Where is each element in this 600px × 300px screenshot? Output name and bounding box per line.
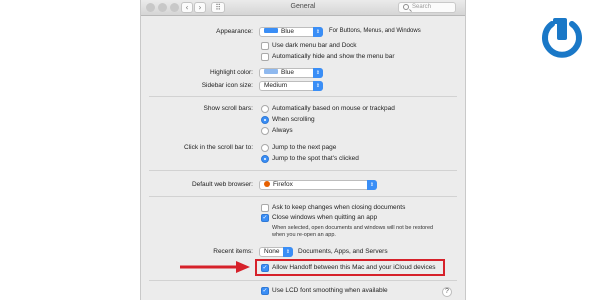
scroll-when-scrolling-radio[interactable] <box>261 116 269 124</box>
click-scroll-label: Click in the scroll bar to: <box>184 144 253 151</box>
divider <box>149 96 457 97</box>
brand-logo-icon <box>542 18 582 58</box>
chevron-updown-icon: ⇕ <box>283 247 293 257</box>
ask-keep-changes-label: Ask to keep changes when closing documen… <box>272 204 406 211</box>
appearance-value: Blue <box>281 28 295 35</box>
appearance-label: Appearance: <box>216 28 253 35</box>
close-windows-checkbox[interactable]: ✓ <box>261 214 269 222</box>
lcd-smoothing-label: Use LCD font smoothing when available <box>272 287 388 294</box>
sidebar-size-label: Sidebar icon size: <box>201 82 253 89</box>
highlight-select[interactable]: Blue ⇕ <box>259 68 323 78</box>
chevron-updown-icon: ⇕ <box>313 81 323 91</box>
scroll-always-label: Always <box>272 127 293 134</box>
default-browser-select[interactable]: Firefox ⇕ <box>259 180 377 190</box>
jump-next-page-radio[interactable] <box>261 144 269 152</box>
divider <box>149 196 457 197</box>
firefox-icon <box>264 181 270 187</box>
highlight-value: Blue <box>281 69 295 76</box>
search-field[interactable]: Search <box>398 2 456 13</box>
dark-menu-checkbox[interactable] <box>261 42 269 50</box>
screenshot-stage: ‹ › ⠿ General Search Appearance: Blue ⇕ … <box>0 0 600 300</box>
appearance-suffix: For Buttons, Menus, and Windows <box>329 28 421 34</box>
ask-keep-changes-checkbox[interactable] <box>261 204 269 212</box>
jump-next-page-label: Jump to the next page <box>272 144 337 151</box>
scroll-when-scrolling-label: When scrolling <box>272 116 315 123</box>
scroll-auto-radio[interactable] <box>261 105 269 113</box>
appearance-select[interactable]: Blue ⇕ <box>259 27 323 37</box>
recent-items-value: None <box>264 248 280 255</box>
chevron-updown-icon: ⇕ <box>313 68 323 78</box>
sidebar-size-select[interactable]: Medium ⇕ <box>259 81 323 91</box>
search-icon <box>403 4 409 10</box>
close-windows-note-line2: when you re-open an app. <box>272 232 336 238</box>
close-windows-label: Close windows when quitting an app <box>272 214 378 221</box>
default-browser-value: Firefox <box>273 181 293 188</box>
scroll-always-radio[interactable] <box>261 127 269 135</box>
help-button[interactable]: ? <box>442 287 452 297</box>
divider <box>149 170 457 171</box>
scroll-auto-label: Automatically based on mouse or trackpad <box>272 105 395 112</box>
jump-spot-label: Jump to the spot that's clicked <box>272 155 359 162</box>
lcd-smoothing-checkbox[interactable]: ✓ <box>261 287 269 295</box>
recent-items-select[interactable]: None ⇕ <box>259 247 293 257</box>
auto-hide-label: Automatically hide and show the menu bar <box>272 53 395 60</box>
sidebar-size-value: Medium <box>264 82 288 89</box>
system-preferences-window: ‹ › ⠿ General Search Appearance: Blue ⇕ … <box>140 0 466 300</box>
default-browser-label: Default web browser: <box>191 181 253 188</box>
red-arrow-icon <box>180 261 250 273</box>
title-bar: ‹ › ⠿ General Search <box>141 0 465 16</box>
scroll-bars-label: Show scroll bars: <box>203 105 254 112</box>
blue-swatch-icon <box>264 69 278 74</box>
search-placeholder: Search <box>412 4 432 10</box>
recent-items-suffix: Documents, Apps, and Servers <box>298 248 388 255</box>
chevron-updown-icon: ⇕ <box>313 27 323 37</box>
highlight-label: Highlight color: <box>210 69 253 76</box>
auto-hide-checkbox[interactable] <box>261 53 269 61</box>
handoff-highlight-box <box>255 259 445 276</box>
divider <box>149 280 457 281</box>
dark-menu-label: Use dark menu bar and Dock <box>272 42 357 49</box>
blue-swatch-icon <box>264 28 278 33</box>
chevron-updown-icon: ⇕ <box>367 180 377 190</box>
recent-items-label: Recent items: <box>213 248 253 255</box>
jump-spot-radio[interactable] <box>261 155 269 163</box>
